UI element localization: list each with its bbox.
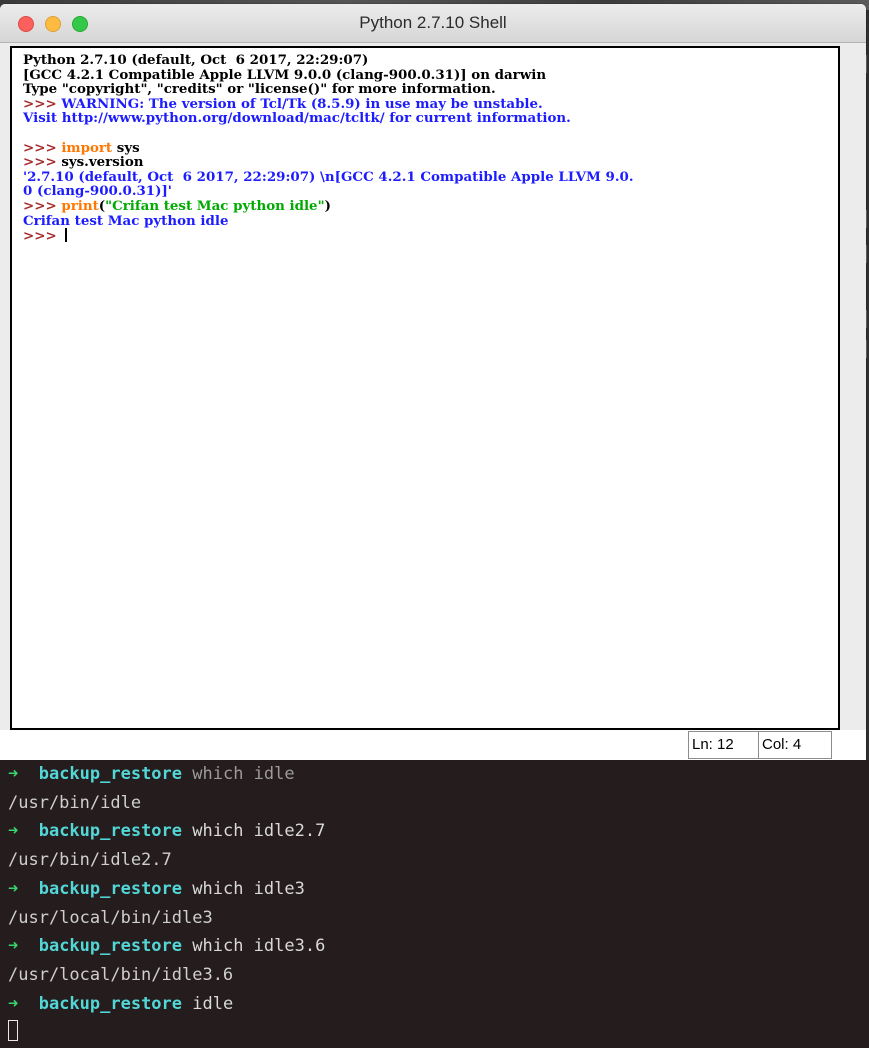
shell-line: >>> print("Crifan test Mac python idle")	[23, 199, 634, 214]
terminal-window[interactable]: ➜ backup_restore which idle/usr/bin/idle…	[0, 760, 869, 1048]
shell-text-segment: [GCC 4.2.1 Compatible Apple LLVM 9.0.0 (…	[23, 66, 547, 83]
terminal-command: idle	[182, 993, 234, 1014]
shell-text-segment: "Crifan test Mac python idle"	[105, 197, 325, 214]
line-number-indicator: Ln: 12	[688, 731, 760, 759]
shell-text-segment: 0 (clang-900.0.31)]'	[23, 183, 172, 200]
terminal-command: which idle3	[182, 878, 305, 899]
shell-prompt: >>>	[23, 154, 62, 171]
shell-text-segment: sys	[112, 139, 140, 156]
terminal-output: /usr/local/bin/idle3.6	[8, 964, 234, 985]
terminal-command-line: ➜ backup_restore which idle	[8, 762, 295, 786]
prompt-directory: backup_restore	[18, 764, 183, 784]
text-caret	[65, 228, 68, 243]
shell-text-segment: WARNING: The version of Tcl/Tk (8.5.9) i…	[61, 95, 543, 112]
terminal-command-line: ➜ backup_restore which idle3.6	[8, 934, 325, 958]
terminal-command-line: ➜ backup_restore idle	[8, 992, 233, 1016]
shell-text-segment: Python 2.7.10 (default, Oct 6 2017, 22:2…	[23, 52, 369, 68]
terminal-command-line: ➜ backup_restore which idle3	[8, 877, 305, 901]
terminal-command-line: ➜ backup_restore which idle2.7	[8, 819, 325, 843]
shell-text-segment: Crifan test Mac python idle	[23, 212, 229, 229]
terminal-output: /usr/bin/idle2.7	[8, 850, 172, 871]
shell-line	[23, 126, 634, 141]
prompt-arrow-icon: ➜	[8, 764, 19, 784]
idle-shell-window[interactable]: Python 2.7.10 Shell Python 2.7.10 (defau…	[0, 4, 866, 760]
prompt-arrow-icon: ➜	[8, 821, 19, 842]
shell-line: [GCC 4.2.1 Compatible Apple LLVM 9.0.0 (…	[23, 66, 634, 83]
shell-line: >>> import sys	[23, 139, 634, 156]
terminal-command: which idle3.6	[182, 936, 326, 957]
terminal-output-line: /usr/local/bin/idle3	[8, 906, 213, 930]
terminal-output-line: /usr/local/bin/idle3.6	[8, 963, 233, 987]
terminal-output: /usr/local/bin/idle3	[8, 907, 213, 928]
terminal-cursor	[8, 1020, 18, 1041]
shell-text-segment: sys.version	[61, 154, 144, 171]
shell-prompt: >>>	[23, 95, 62, 112]
prompt-directory: backup_restore	[18, 821, 183, 842]
column-number-indicator: Col: 4	[758, 731, 832, 759]
window-titlebar[interactable]: Python 2.7.10 Shell	[0, 4, 866, 43]
shell-prompt: >>>	[23, 139, 62, 156]
shell-line: Python 2.7.10 (default, Oct 6 2017, 22:2…	[23, 53, 634, 68]
shell-text-segment: )	[324, 197, 331, 214]
shell-line: Visit http://www.python.org/download/mac…	[23, 111, 634, 126]
shell-line: >>>	[23, 228, 634, 243]
shell-text-segment: print	[61, 197, 99, 214]
status-bar: Ln: 12 Col: 4	[0, 730, 866, 760]
terminal-output: /usr/bin/idle	[8, 792, 142, 813]
prompt-arrow-icon: ➜	[8, 936, 19, 957]
terminal-output-line: /usr/bin/idle	[8, 791, 141, 815]
shell-line: 0 (clang-900.0.31)]'	[23, 184, 634, 199]
shell-line: '2.7.10 (default, Oct 6 2017, 22:29:07) …	[23, 168, 634, 185]
terminal-command: which idle	[182, 764, 295, 784]
window-title: Python 2.7.10 Shell	[359, 13, 507, 32]
shell-line: Crifan test Mac python idle	[23, 212, 634, 229]
terminal-output-line: /usr/bin/idle2.7	[8, 848, 172, 872]
shell-prompt: >>>	[23, 197, 62, 214]
prompt-arrow-icon: ➜	[8, 993, 19, 1014]
shell-text-area[interactable]: Python 2.7.10 (default, Oct 6 2017, 22:2…	[10, 46, 840, 730]
prompt-directory: backup_restore	[18, 878, 183, 899]
shell-line: >>> WARNING: The version of Tcl/Tk (8.5.…	[23, 95, 634, 112]
prompt-arrow-icon: ➜	[8, 878, 19, 899]
terminal-command: which idle2.7	[182, 821, 326, 842]
shell-text-segment: import	[61, 139, 113, 156]
shell-text-segment: Visit http://www.python.org/download/mac…	[23, 110, 571, 127]
shell-text-segment: Type "copyright", "credits" or "license(…	[23, 81, 496, 98]
prompt-directory: backup_restore	[18, 936, 183, 957]
prompt-directory: backup_restore	[18, 993, 183, 1014]
shell-output[interactable]: Python 2.7.10 (default, Oct 6 2017, 22:2…	[23, 53, 634, 244]
shell-line: >>> sys.version	[23, 155, 634, 170]
shell-text-segment: '2.7.10 (default, Oct 6 2017, 22:29:07) …	[23, 168, 634, 185]
shell-line: Type "copyright", "credits" or "license(…	[23, 82, 634, 97]
shell-prompt: >>>	[23, 228, 62, 245]
